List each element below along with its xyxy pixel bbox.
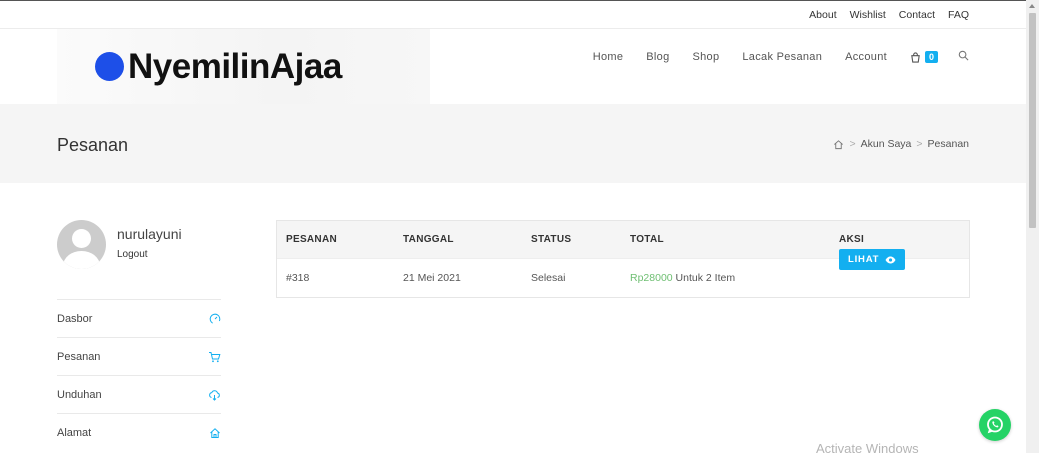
- view-order-label: LIHAT: [848, 254, 880, 265]
- breadcrumb-current: Pesanan: [927, 138, 969, 150]
- logo-text: NyemilinAjaa: [128, 46, 342, 86]
- column-header-status: STATUS: [531, 234, 572, 245]
- nav-blog[interactable]: Blog: [646, 51, 669, 63]
- menu-item-label: Dasbor: [57, 312, 93, 325]
- home-icon[interactable]: [833, 139, 844, 150]
- nav-shop[interactable]: Shop: [693, 51, 720, 63]
- order-date: 21 Mei 2021: [403, 272, 461, 284]
- cart-icon: [209, 351, 221, 362]
- shopping-bag-icon: [911, 51, 920, 63]
- cloud-download-icon: [209, 389, 220, 401]
- breadcrumb-separator: >: [916, 138, 923, 150]
- account-menu: Dasbor Pesanan Unduhan Alamat: [57, 299, 221, 451]
- windows-activation-watermark: Activate Windows: [816, 441, 919, 453]
- logo-dot: [95, 52, 124, 81]
- menu-item-unduhan[interactable]: Unduhan: [57, 375, 221, 413]
- username: nurulayuni: [117, 226, 182, 242]
- cart-count-badge: 0: [924, 51, 938, 63]
- column-header-pesanan: PESANAN: [286, 234, 337, 245]
- column-header-tanggal: TANGGAL: [403, 234, 454, 245]
- scroll-up-arrow-icon[interactable]: [1029, 4, 1035, 8]
- user-profile: nurulayuni Logout: [57, 220, 182, 269]
- column-header-aksi: AKSI: [839, 234, 865, 245]
- site-header: NyemilinAjaa Home Blog Shop Lacak Pesana…: [0, 29, 1026, 104]
- view-order-button[interactable]: LIHAT: [839, 249, 906, 270]
- breadcrumb-separator: >: [849, 138, 856, 150]
- main-nav: Home Blog Shop Lacak Pesanan Account 0: [570, 50, 969, 64]
- order-number[interactable]: #318: [286, 272, 309, 284]
- table-row: #318 21 Mei 2021 Selesai Rp28000 Untuk 2…: [277, 249, 969, 297]
- user-info: nurulayuni Logout: [117, 226, 182, 269]
- menu-item-dasbor[interactable]: Dasbor: [57, 299, 221, 337]
- top-link-contact[interactable]: Contact: [899, 9, 935, 21]
- site-logo[interactable]: NyemilinAjaa: [57, 29, 430, 104]
- menu-item-pesanan[interactable]: Pesanan: [57, 337, 221, 375]
- eye-icon: [885, 256, 896, 263]
- nav-account[interactable]: Account: [845, 51, 887, 63]
- scrollbar-thumb[interactable]: [1029, 13, 1036, 228]
- home-icon: [210, 427, 220, 438]
- breadcrumb: > Akun Saya > Pesanan: [833, 138, 969, 150]
- search-icon[interactable]: [958, 50, 969, 64]
- order-item-count: Untuk 2 Item: [672, 272, 736, 284]
- whatsapp-chat-button[interactable]: [979, 409, 1011, 441]
- cart-button[interactable]: 0: [910, 51, 938, 63]
- order-total-amount: Rp28000: [630, 272, 673, 284]
- logout-link[interactable]: Logout: [117, 249, 182, 260]
- gauge-icon: [209, 313, 221, 324]
- order-total: Rp28000 Untuk 2 Item: [630, 272, 735, 284]
- nav-home[interactable]: Home: [593, 51, 624, 63]
- vertical-scrollbar[interactable]: [1026, 0, 1039, 453]
- breadcrumb-akun-saya[interactable]: Akun Saya: [861, 138, 912, 150]
- menu-item-label: Pesanan: [57, 350, 101, 363]
- top-link-faq[interactable]: FAQ: [948, 9, 969, 21]
- top-link-wishlist[interactable]: Wishlist: [850, 9, 886, 21]
- nav-lacak-pesanan[interactable]: Lacak Pesanan: [742, 51, 822, 63]
- orders-table: PESANAN TANGGAL STATUS TOTAL AKSI #318 2…: [276, 220, 970, 298]
- menu-item-alamat[interactable]: Alamat: [57, 413, 221, 451]
- order-status: Selesai: [531, 272, 566, 284]
- top-bar: About Wishlist Contact FAQ: [0, 0, 1026, 29]
- menu-item-label: Unduhan: [57, 388, 102, 401]
- column-header-total: TOTAL: [630, 234, 664, 245]
- page-header: Pesanan > Akun Saya > Pesanan: [0, 104, 1026, 183]
- top-links: About Wishlist Contact FAQ: [809, 9, 969, 21]
- whatsapp-icon: [987, 416, 1003, 434]
- page-title: Pesanan: [57, 135, 129, 155]
- avatar: [57, 220, 106, 269]
- menu-item-label: Alamat: [57, 426, 92, 439]
- top-link-about[interactable]: About: [809, 9, 836, 21]
